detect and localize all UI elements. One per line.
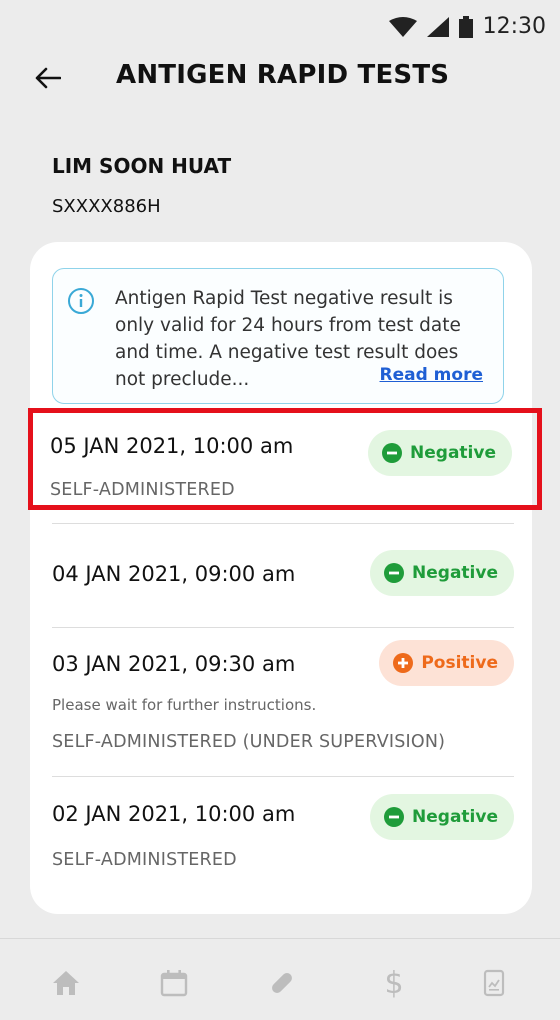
status-bar: 12:30: [0, 0, 560, 52]
read-more-link[interactable]: Read more: [375, 365, 483, 385]
pill-icon: [272, 973, 292, 993]
arrow-left-icon: [35, 67, 61, 89]
minus-circle-icon: [384, 807, 405, 827]
test-method: SELF-ADMINISTERED: [50, 480, 235, 500]
test-date: 05 JAN 2021, 10:00 am: [50, 434, 294, 458]
status-icons: 12:30: [388, 14, 546, 39]
row-divider: [52, 523, 514, 524]
test-row[interactable]: 03 JAN 2021, 09:30 am Positive Please wa…: [52, 640, 514, 770]
report-icon: [483, 969, 505, 997]
result-label: Negative: [410, 443, 496, 463]
info-icon: [68, 288, 94, 314]
dollar-icon: $: [384, 965, 404, 1001]
result-label: Negative: [412, 807, 498, 827]
test-row[interactable]: 02 JAN 2021, 10:00 am Negative SELF-ADMI…: [52, 790, 514, 890]
result-badge: Negative: [370, 794, 514, 840]
nav-calendar[interactable]: [154, 963, 194, 1003]
nav-home[interactable]: [46, 963, 86, 1003]
bottom-nav: $: [0, 938, 560, 1020]
battery-icon: [458, 15, 473, 38]
app-header: ANTIGEN RAPID TESTS: [0, 48, 560, 108]
result-badge: Negative: [368, 430, 512, 476]
test-date: 03 JAN 2021, 09:30 am: [52, 652, 296, 676]
nav-medication[interactable]: [262, 963, 302, 1003]
minus-circle-icon: [384, 563, 405, 583]
status-time: 12:30: [482, 14, 546, 39]
result-badge: Positive: [379, 640, 514, 686]
patient-name: LIM SOON HUAT: [52, 154, 232, 178]
plus-circle-icon: [393, 653, 414, 673]
patient-id: SXXXX886H: [52, 196, 161, 217]
test-note: Please wait for further instructions.: [52, 696, 317, 714]
home-icon: [53, 971, 79, 995]
calendar-icon: [160, 970, 188, 997]
test-date: 04 JAN 2021, 09:00 am: [52, 562, 296, 586]
test-method: SELF-ADMINISTERED: [52, 850, 237, 870]
result-label: Positive: [421, 653, 498, 673]
test-date: 02 JAN 2021, 10:00 am: [52, 802, 296, 826]
test-row[interactable]: 04 JAN 2021, 09:00 am Negative: [52, 538, 514, 628]
wifi-icon: [388, 16, 417, 37]
test-method: SELF-ADMINISTERED (UNDER SUPERVISION): [52, 732, 446, 752]
result-label: Negative: [412, 563, 498, 583]
row-divider: [52, 627, 514, 628]
nav-payments[interactable]: $: [374, 963, 414, 1003]
minus-circle-icon: [382, 443, 403, 463]
nav-reports[interactable]: [474, 963, 514, 1003]
test-results-card: Antigen Rapid Test negative result is on…: [30, 242, 532, 914]
back-button[interactable]: [26, 56, 70, 100]
test-row[interactable]: 05 JAN 2021, 10:00 am Negative SELF-ADMI…: [50, 418, 512, 508]
row-divider: [52, 776, 514, 777]
result-badge: Negative: [370, 550, 514, 596]
signal-icon: [426, 16, 449, 37]
info-notice: Antigen Rapid Test negative result is on…: [52, 268, 504, 404]
page-title: ANTIGEN RAPID TESTS: [116, 60, 450, 90]
